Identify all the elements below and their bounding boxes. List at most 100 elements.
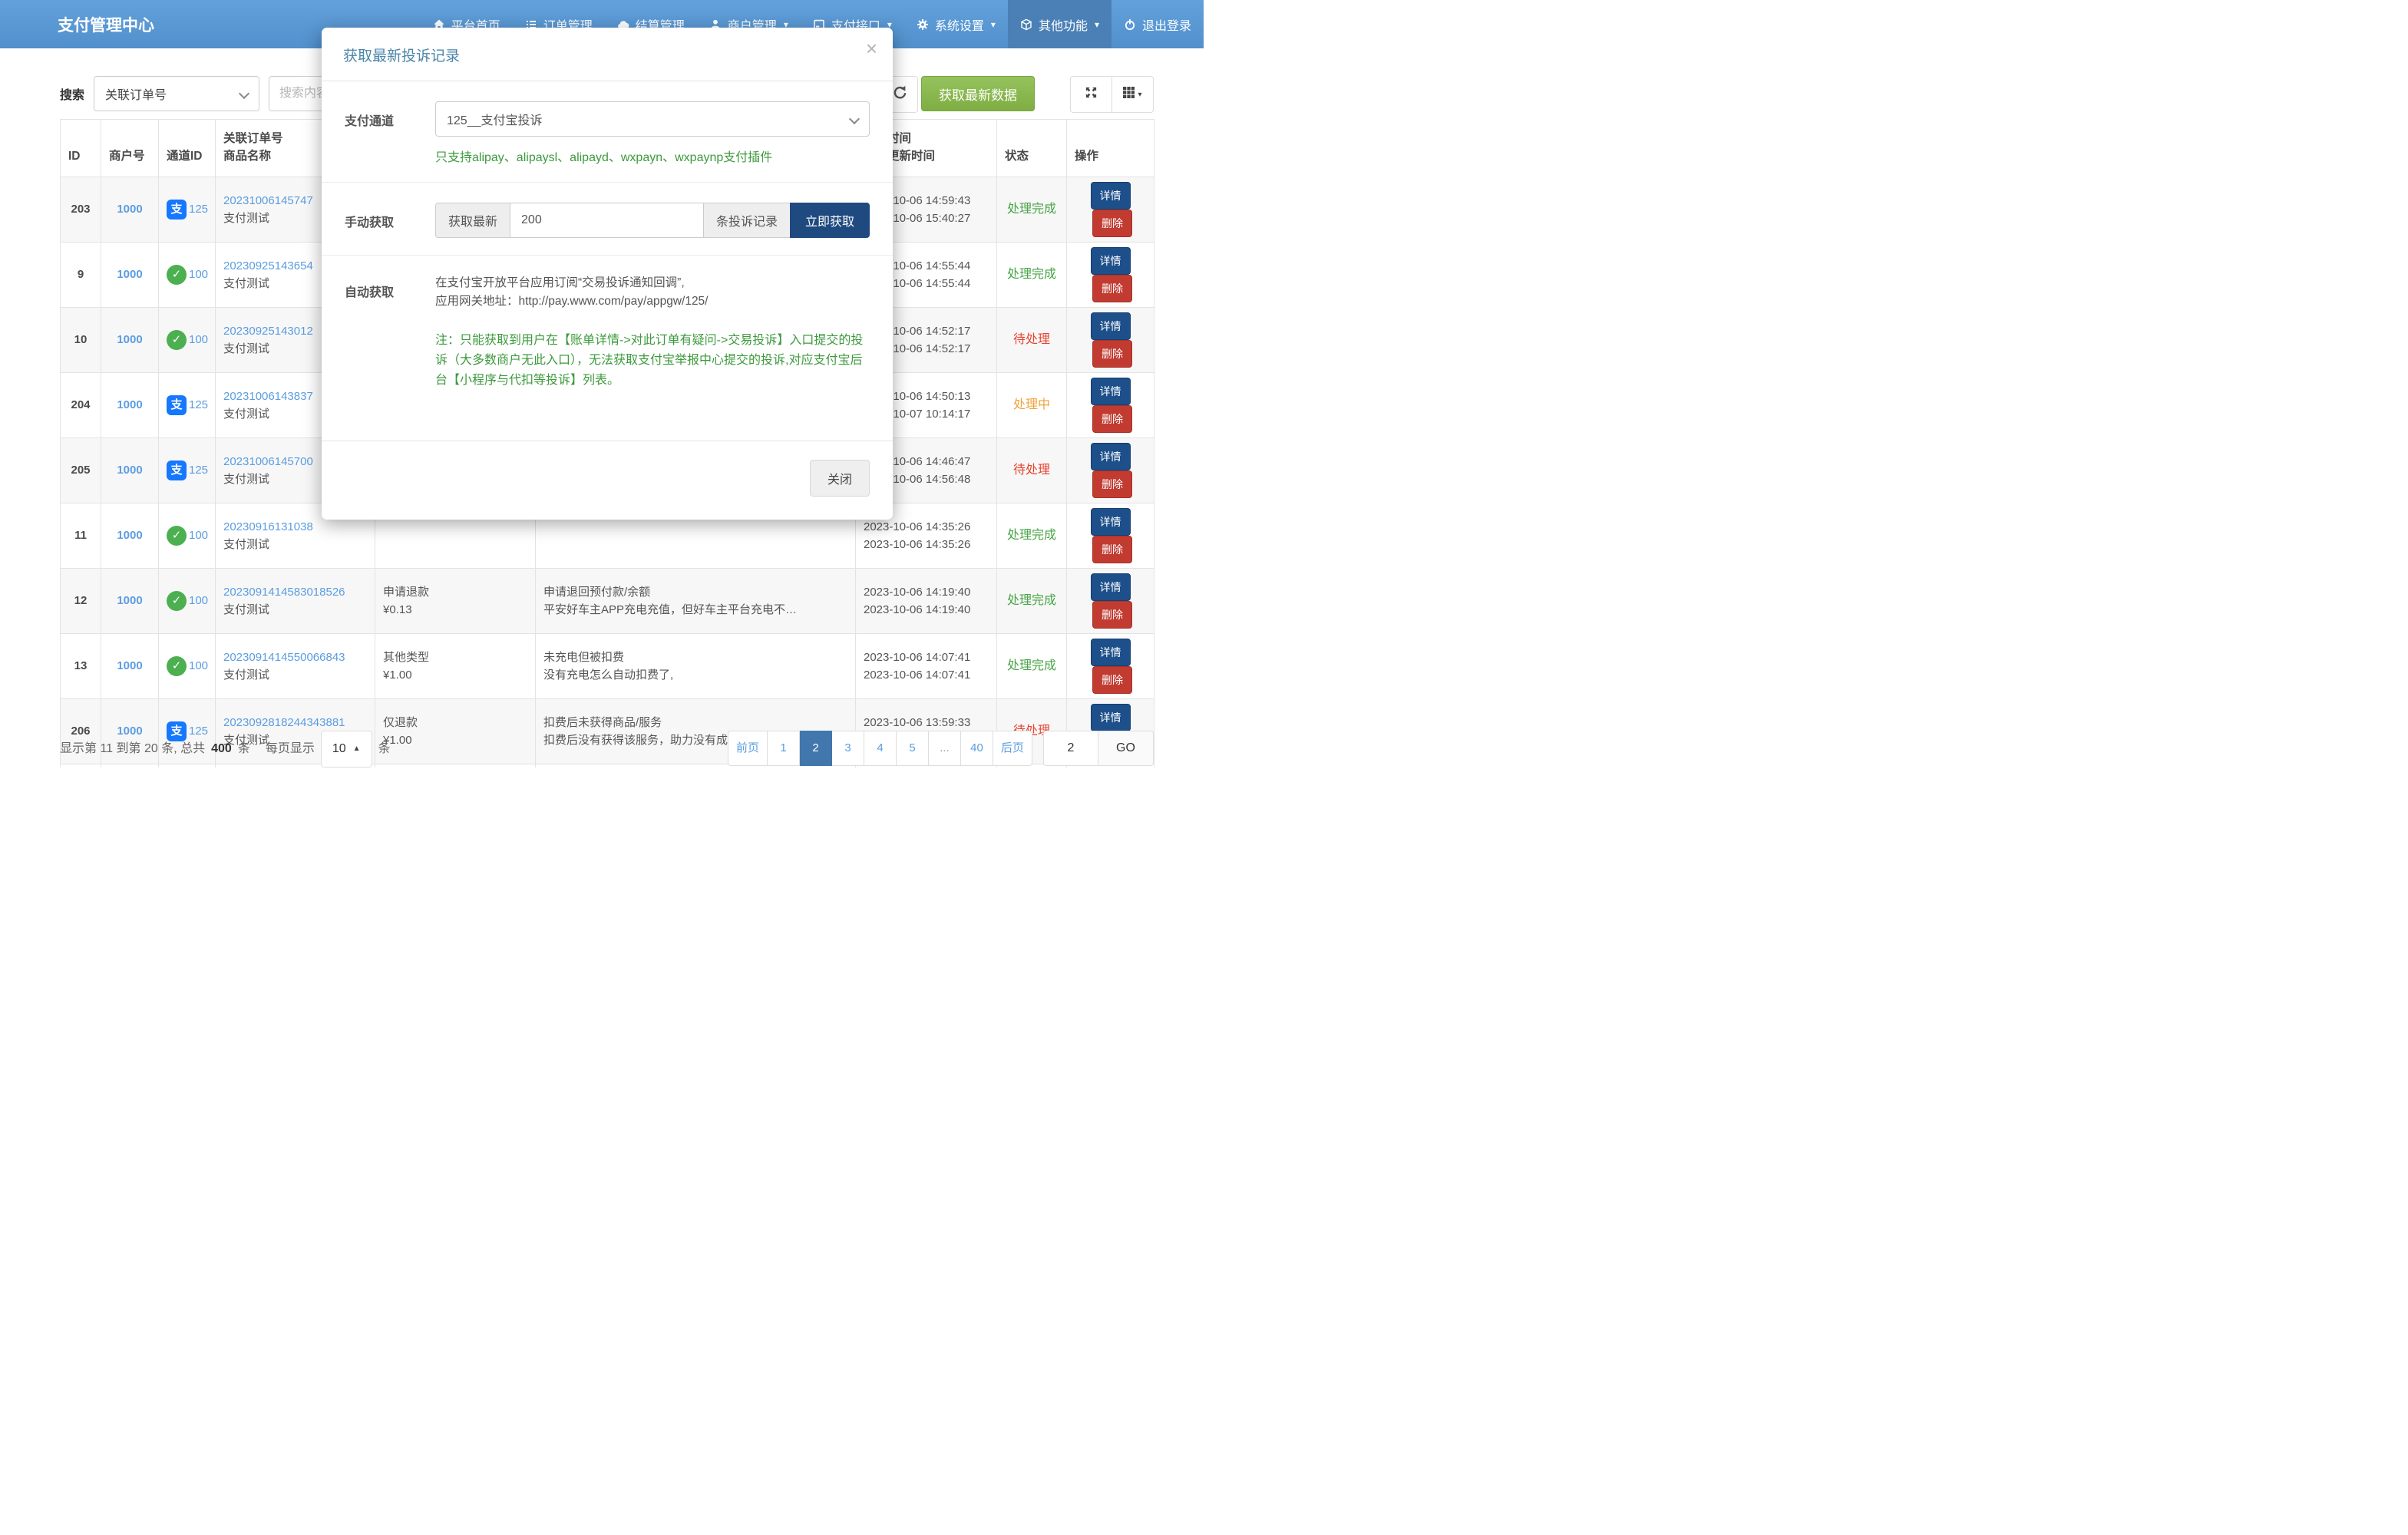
cell-id: 12 bbox=[61, 569, 101, 634]
cell-id: 11 bbox=[61, 503, 101, 569]
delete-button[interactable]: 删除 bbox=[1092, 340, 1132, 368]
search-field-select[interactable]: 关联订单号 bbox=[94, 76, 259, 111]
complaint-amount: ¥1.00 bbox=[383, 731, 527, 749]
pager-page-button[interactable]: 3 bbox=[832, 731, 864, 766]
detail-button[interactable]: 详情 bbox=[1091, 573, 1131, 601]
wechat-icon: ✓ bbox=[167, 656, 187, 676]
complaint-content: 平安好车主APP充电充值，但好车主平台充电不… bbox=[543, 601, 847, 619]
merchant-link[interactable]: 1000 bbox=[117, 594, 142, 607]
detail-button[interactable]: 详情 bbox=[1091, 378, 1131, 405]
cell-id: 13 bbox=[61, 634, 101, 699]
delete-button[interactable]: 删除 bbox=[1092, 601, 1132, 629]
fullscreen-button[interactable] bbox=[1070, 76, 1112, 113]
nav-item-gear[interactable]: 系统设置 bbox=[904, 0, 1008, 48]
detail-button[interactable]: 详情 bbox=[1091, 704, 1131, 731]
merchant-link[interactable]: 1000 bbox=[117, 659, 142, 672]
delete-button[interactable]: 删除 bbox=[1092, 536, 1132, 563]
merchant-link[interactable]: 1000 bbox=[117, 333, 142, 346]
order-number-link[interactable]: 20231006143837 bbox=[223, 390, 313, 403]
column-header: 状态 bbox=[997, 120, 1067, 177]
order-number-link[interactable]: 20231006145700 bbox=[223, 455, 313, 468]
pager-page-button[interactable]: 前页 bbox=[728, 731, 768, 766]
merchant-link[interactable]: 1000 bbox=[117, 529, 142, 542]
order-number-link[interactable]: 2023091414583018526 bbox=[223, 586, 345, 599]
fetch-count-input[interactable] bbox=[510, 203, 703, 238]
app-title[interactable]: 支付管理中心 bbox=[0, 13, 174, 36]
merchant-link[interactable]: 1000 bbox=[117, 464, 142, 477]
detail-button[interactable]: 详情 bbox=[1091, 312, 1131, 340]
order-number-link[interactable]: 20230925143012 bbox=[223, 325, 313, 338]
search-label: 搜索 bbox=[60, 84, 84, 103]
close-icon[interactable]: × bbox=[866, 38, 877, 58]
merchant-link[interactable]: 1000 bbox=[117, 398, 142, 411]
product-name: 支付测试 bbox=[223, 536, 367, 553]
nav-item-power[interactable]: 退出登录 bbox=[1112, 0, 1204, 48]
delete-button[interactable]: 删除 bbox=[1092, 275, 1132, 302]
pager-ellipsis: ... bbox=[929, 731, 961, 766]
column-header: 操作 bbox=[1067, 120, 1154, 177]
order-number-link[interactable]: 20230916131038 bbox=[223, 520, 313, 533]
search-field-value: 关联订单号 bbox=[105, 84, 167, 103]
complaint-reason: 未充电但被扣费 bbox=[543, 649, 847, 666]
update-time: 2023-10-06 14:35:26 bbox=[864, 536, 989, 553]
status-badge: 待处理 bbox=[1013, 333, 1050, 346]
fetch-complaints-modal: 获取最新投诉记录 × 支付通道 125__支付宝投诉 只支持alipay、ali… bbox=[322, 28, 893, 520]
order-number-link[interactable]: 2023091414550066843 bbox=[223, 651, 345, 664]
column-header: 商户号 bbox=[101, 120, 159, 177]
columns-toggle-button[interactable]: ▾ bbox=[1112, 76, 1154, 113]
pager-page-button[interactable]: 5 bbox=[897, 731, 929, 766]
pager-page-button[interactable]: 4 bbox=[864, 731, 897, 766]
pager-page-button[interactable]: 后页 bbox=[993, 731, 1032, 766]
complaint-content: 没有充电怎么自动扣费了, bbox=[543, 666, 847, 684]
complaint-type: 仅退款 bbox=[383, 714, 527, 731]
alipay-icon: 支 bbox=[167, 200, 187, 220]
alipay-icon: 支 bbox=[167, 460, 187, 480]
payment-channel-select[interactable]: 125__支付宝投诉 bbox=[435, 101, 870, 137]
page-jump-input[interactable] bbox=[1043, 731, 1098, 766]
pagination-unit: 条 bbox=[238, 731, 250, 767]
page-size-dropdown[interactable]: 10 bbox=[321, 731, 372, 768]
complaint-time: 2023-10-06 14:07:41 bbox=[864, 649, 989, 666]
nav-item-label: 系统设置 bbox=[935, 15, 984, 34]
detail-button[interactable]: 详情 bbox=[1091, 443, 1131, 470]
channel-help-text: 只支持alipay、alipaysl、alipayd、wxpayn、wxpayn… bbox=[435, 147, 870, 165]
merchant-link[interactable]: 1000 bbox=[117, 203, 142, 216]
cell-id: 203 bbox=[61, 177, 101, 243]
order-number-link[interactable]: 20231006145747 bbox=[223, 194, 313, 207]
detail-button[interactable]: 详情 bbox=[1091, 639, 1131, 666]
per-page-unit: 条 bbox=[378, 731, 391, 767]
power-icon bbox=[1124, 18, 1136, 31]
detail-button[interactable]: 详情 bbox=[1091, 182, 1131, 210]
wechat-icon: ✓ bbox=[167, 526, 187, 546]
pager-page-button[interactable]: 1 bbox=[768, 731, 800, 766]
modal-close-button[interactable]: 关闭 bbox=[810, 460, 870, 497]
fetch-latest-data-button[interactable]: 获取最新数据 bbox=[921, 76, 1035, 111]
columns-grid-icon bbox=[1123, 87, 1135, 102]
detail-button[interactable]: 详情 bbox=[1091, 247, 1131, 275]
detail-button[interactable]: 详情 bbox=[1091, 508, 1131, 536]
channel-label: 支付通道 bbox=[345, 101, 435, 165]
delete-button[interactable]: 删除 bbox=[1092, 666, 1132, 694]
delete-button[interactable]: 删除 bbox=[1092, 210, 1132, 237]
pagination-total: 400 bbox=[211, 731, 232, 767]
order-number-link[interactable]: 2023092818244343881 bbox=[223, 716, 345, 729]
pager-page-button[interactable]: 40 bbox=[961, 731, 993, 766]
status-badge: 待处理 bbox=[1013, 464, 1050, 477]
order-number-link[interactable]: 20230925143654 bbox=[223, 259, 313, 272]
status-badge: 处理完成 bbox=[1007, 203, 1056, 216]
channel-id: 100 bbox=[189, 527, 208, 544]
fetch-now-button[interactable]: 立即获取 bbox=[790, 203, 870, 238]
delete-button[interactable]: 删除 bbox=[1092, 405, 1132, 433]
refresh-icon bbox=[893, 85, 907, 104]
page-size-value: 10 bbox=[332, 731, 346, 767]
page-jump-go-button[interactable]: GO bbox=[1098, 731, 1154, 766]
delete-button[interactable]: 删除 bbox=[1092, 470, 1132, 498]
merchant-link[interactable]: 1000 bbox=[117, 268, 142, 281]
auto-fetch-line2: 应用网关地址：http://pay.www.com/pay/appgw/125/ bbox=[435, 292, 870, 311]
pager: 前页12345...40后页 GO bbox=[728, 731, 1154, 766]
nav-item-cube[interactable]: 其他功能 bbox=[1008, 0, 1112, 48]
channel-id: 100 bbox=[189, 266, 208, 283]
pager-items: 前页12345...40后页 bbox=[728, 731, 1032, 766]
pager-page-button[interactable]: 2 bbox=[800, 731, 832, 766]
channel-id: 125 bbox=[189, 396, 208, 414]
